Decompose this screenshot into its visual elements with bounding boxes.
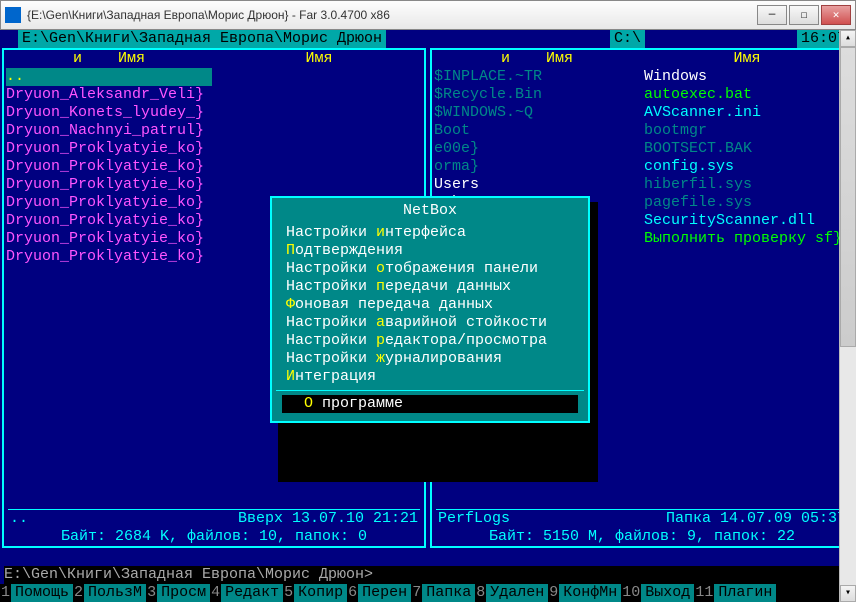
left-column-1[interactable]: ..Dryuon_Aleksandr_Veli}Dryuon_Konets_ly… <box>4 68 214 510</box>
command-line[interactable]: E:\Gen\Книги\Западная Европа\Морис Дрюон… <box>4 566 852 584</box>
file-item[interactable]: bootmgr <box>644 122 850 140</box>
fn-key-4[interactable]: 4Редакт <box>210 584 283 602</box>
terminal-area: E:\Gen\Книги\Западная Европа\Морис Дрюон… <box>0 30 856 602</box>
file-item[interactable]: $INPLACE.~TR <box>434 68 640 86</box>
file-item[interactable]: Dryuon_Proklyatyie_ko} <box>6 212 212 230</box>
file-item[interactable]: orma} <box>434 158 640 176</box>
fn-key-3[interactable]: 3Просм <box>146 584 210 602</box>
file-item[interactable]: BOOTSECT.BAK <box>644 140 850 158</box>
fn-key-7[interactable]: 7Папка <box>411 584 475 602</box>
file-item[interactable]: SecurityScanner.dll <box>644 212 850 230</box>
app-window: {E:\Gen\Книги\Западная Европа\Морис Дрюо… <box>0 0 856 602</box>
file-item[interactable]: autoexec.bat <box>644 86 850 104</box>
menu-item[interactable]: Настройки интерфейса <box>282 224 578 242</box>
fn-key-5[interactable]: 5Копир <box>283 584 347 602</box>
menu-item[interactable]: Фоновая передача данных <box>282 296 578 314</box>
file-item[interactable]: Dryuon_Nachnyi_patrul} <box>6 122 212 140</box>
file-item[interactable]: $Recycle.Bin <box>434 86 640 104</box>
menu-item-about[interactable]: О программе <box>282 395 578 413</box>
menu-item[interactable]: Подтверждения <box>282 242 578 260</box>
file-item[interactable]: Dryuon_Konets_lyudey_} <box>6 104 212 122</box>
right-column-2[interactable]: Windowsautoexec.batAVScanner.inibootmgrB… <box>642 68 852 510</box>
file-item[interactable]: Windows <box>644 68 850 86</box>
file-item[interactable]: AVScanner.ini <box>644 104 850 122</box>
fn-key-1[interactable]: 1Помощь <box>0 584 73 602</box>
app-icon <box>5 7 21 23</box>
function-key-bar: 1Помощь2ПользМ3Просм 4Редакт5Копир 6Пере… <box>0 584 856 602</box>
file-item[interactable]: hiberfil.sys <box>644 176 850 194</box>
window-title: {E:\Gen\Книги\Западная Европа\Морис Дрюо… <box>27 8 757 22</box>
fn-key-6[interactable]: 6Перен <box>347 584 411 602</box>
menu-item[interactable]: Настройки редактора/просмотра <box>282 332 578 350</box>
right-panel-header: и Имя Имя <box>432 50 852 68</box>
menu-item[interactable]: Настройки передачи данных <box>282 278 578 296</box>
fn-key-2[interactable]: 2ПользМ <box>73 584 146 602</box>
netbox-dialog: NetBox Настройки интерфейсаПодтверждения… <box>270 196 590 423</box>
left-panel-footer: .. Вверх 13.07.10 21:21 <box>8 509 420 528</box>
left-panel-stats: Байт: 2684 K, файлов: 10, папок: 0 <box>4 528 424 546</box>
scroll-down-button[interactable]: ▾ <box>840 585 856 602</box>
left-panel-path[interactable]: E:\Gen\Книги\Западная Европа\Морис Дрюон <box>18 30 386 48</box>
right-panel-stats: Байт: 5150 M, файлов: 9, папок: 22 <box>432 528 852 546</box>
menu-item[interactable]: Интеграция <box>282 368 578 386</box>
menu-item[interactable]: Настройки журналирования <box>282 350 578 368</box>
file-item[interactable]: Dryuon_Proklyatyie_ko} <box>6 176 212 194</box>
file-item[interactable]: Dryuon_Proklyatyie_ko} <box>6 194 212 212</box>
file-item[interactable]: Dryuon_Proklyatyie_ko} <box>6 158 212 176</box>
titlebar[interactable]: {E:\Gen\Книги\Западная Европа\Морис Дрюо… <box>0 0 856 30</box>
file-item[interactable]: Users <box>434 176 640 194</box>
minimize-button[interactable]: — <box>757 5 787 25</box>
menu-item[interactable]: Настройки отображения панели <box>282 260 578 278</box>
fn-key-9[interactable]: 9КонфМн <box>548 584 621 602</box>
close-button[interactable]: ✕ <box>821 5 851 25</box>
file-item[interactable]: pagefile.sys <box>644 194 850 212</box>
file-item[interactable]: Boot <box>434 122 640 140</box>
file-item[interactable]: Dryuon_Proklyatyie_ko} <box>6 140 212 158</box>
left-panel-header: и Имя Имя <box>4 50 424 68</box>
file-item[interactable]: Dryuon_Proklyatyie_ko} <box>6 230 212 248</box>
menu-separator <box>276 390 584 391</box>
right-panel-footer: PerfLogs Папка 14.07.09 05:37 <box>436 509 848 528</box>
fn-key-8[interactable]: 8Удален <box>475 584 548 602</box>
file-item[interactable]: e00e} <box>434 140 640 158</box>
file-item[interactable]: Выполнить проверку sf} <box>644 230 850 248</box>
dialog-title: NetBox <box>282 202 578 220</box>
vertical-scrollbar[interactable]: ▴ ▾ <box>839 30 856 602</box>
right-panel-path[interactable]: C:\ <box>610 30 645 48</box>
fn-key-11[interactable]: 11Плагин <box>694 584 776 602</box>
file-item[interactable]: Dryuon_Aleksandr_Veli} <box>6 86 212 104</box>
scroll-thumb[interactable] <box>840 47 856 347</box>
menu-item[interactable]: Настройки аварийной стойкости <box>282 314 578 332</box>
fn-key-10[interactable]: 10Выход <box>621 584 694 602</box>
scroll-up-button[interactable]: ▴ <box>840 30 856 47</box>
file-item[interactable]: .. <box>6 68 212 86</box>
file-item[interactable]: Dryuon_Proklyatyie_ko} <box>6 248 212 266</box>
file-item[interactable]: config.sys <box>644 158 850 176</box>
maximize-button[interactable]: ☐ <box>789 5 819 25</box>
file-item[interactable]: $WINDOWS.~Q <box>434 104 640 122</box>
window-controls: — ☐ ✕ <box>757 5 851 25</box>
